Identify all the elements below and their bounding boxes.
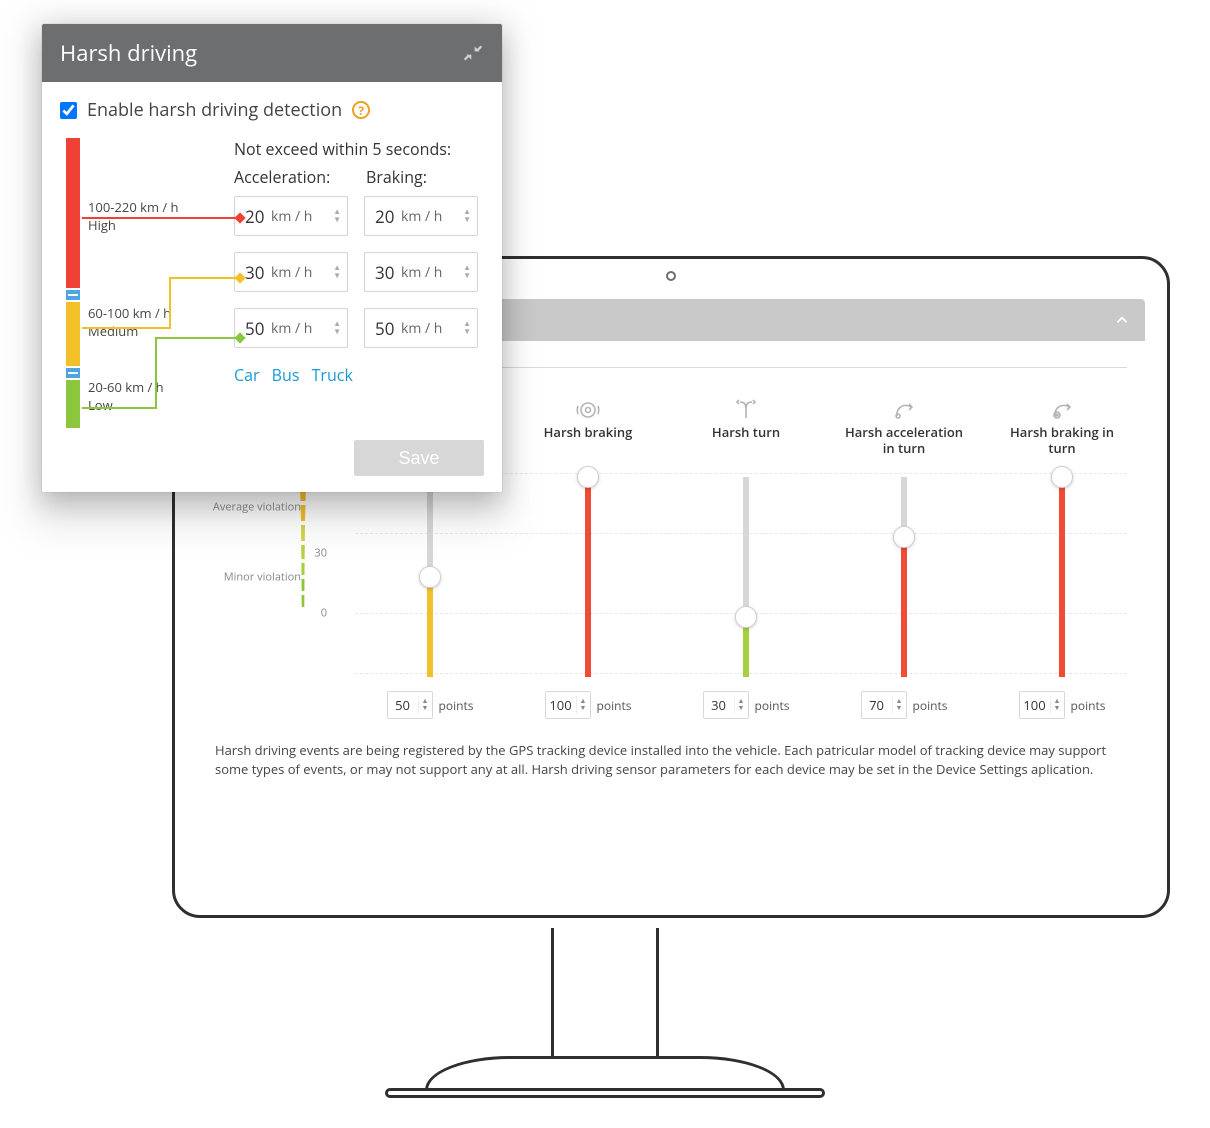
maneuver-column-accel-turn: Harsh acceleration in turn 70 ▲▼ points [839,397,969,719]
collapse-icon[interactable] [462,42,484,64]
preset-bus[interactable]: Bus [272,364,300,386]
dialog-header: Harsh driving [42,24,502,82]
enable-detection-row[interactable]: Enable harsh driving detection ? [60,98,484,122]
slider-knob[interactable] [735,606,757,628]
column-label: Harsh braking in turn [997,425,1127,471]
brake-low-input[interactable]: 50km / h ▲▼ [364,308,478,348]
stepper-arrows[interactable]: ▲▼ [463,320,471,336]
column-label: Harsh turn [712,425,780,471]
stepper-arrows[interactable]: ▲▼ [333,264,341,280]
expand-icon[interactable] [1109,307,1135,333]
description-text: Harsh driving events are being registere… [215,741,1127,779]
monitor-stand-neck [551,918,659,1068]
points-label: points [597,697,632,714]
slider-knob[interactable] [893,526,915,548]
brake-turn-icon [1049,397,1075,423]
maneuver-column-turn: Harsh turn 30 ▲▼ points [681,397,811,719]
slider-knob[interactable] [1051,466,1073,488]
slider-track[interactable] [743,477,749,677]
vehicle-presets: Car Bus Truck [234,364,484,386]
tick-0: 0 [321,606,327,621]
accel-low-input[interactable]: 50km / h ▲▼ [234,308,348,348]
slider-track[interactable] [901,477,907,677]
range-medium: 60-100 km / h Medium [88,304,171,340]
brake-high-input[interactable]: 20km / h ▲▼ [364,196,478,236]
help-icon[interactable]: ? [352,101,370,119]
braking-icon [575,397,601,423]
points-spinner[interactable]: 50 ▲▼ [387,691,433,719]
accel-medium-input[interactable]: 30km / h ▲▼ [234,252,348,292]
speed-scale: 100-220 km / h High 60-100 km / h Medium… [60,138,220,428]
points-label: points [1071,697,1106,714]
accel-turn-icon [891,397,917,423]
save-button[interactable]: Save [354,440,484,476]
range-low: 20-60 km / h Low [88,378,164,414]
points-spinner[interactable]: 100 ▲▼ [1019,691,1065,719]
turn-icon [733,397,759,423]
camera-dot [666,271,676,281]
slider-knob[interactable] [577,466,599,488]
limits-block: 100-220 km / h High 60-100 km / h Medium… [60,138,484,428]
legend-minor: Minor violation [224,570,301,585]
dialog-body: Enable harsh driving detection ? 100-220… [42,82,502,440]
col-accel-header: Acceleration: [234,166,348,188]
range-high: 100-220 km / h High [88,198,179,234]
stepper-arrows[interactable]: ▲▼ [463,208,471,224]
points-label: points [755,697,790,714]
enable-detection-checkbox[interactable] [60,102,77,119]
segment-collapse-icon[interactable] [63,366,83,380]
accel-high-input[interactable]: 20km / h ▲▼ [234,196,348,236]
preset-car[interactable]: Car [234,364,260,386]
col-brake-header: Braking: [366,166,427,188]
slider-track[interactable] [585,477,591,677]
dialog-footer: Save [42,440,502,492]
harsh-driving-dialog: Harsh driving Enable harsh driving detec… [42,24,502,492]
slider-knob[interactable] [419,566,441,588]
brake-medium-input[interactable]: 30km / h ▲▼ [364,252,478,292]
limits-columns: Not exceed within 5 seconds: Acceleratio… [234,138,484,428]
points-spinner[interactable]: 70 ▲▼ [861,691,907,719]
limits-caption: Not exceed within 5 seconds: [234,138,484,160]
stepper-arrows[interactable]: ▲▼ [333,320,341,336]
stepper-arrows[interactable]: ▲▼ [333,208,341,224]
spinner-arrows[interactable]: ▲▼ [892,696,906,714]
points-label: points [913,697,948,714]
stepper-arrows[interactable]: ▲▼ [463,264,471,280]
segment-collapse-icon[interactable] [63,288,83,302]
preset-truck[interactable]: Truck [312,364,353,386]
points-spinner[interactable]: 100 ▲▼ [545,691,591,719]
spinner-arrows[interactable]: ▲▼ [1050,696,1064,714]
limit-row-low: 50km / h ▲▼ 50km / h ▲▼ [234,308,484,348]
points-label: points [439,697,474,714]
maneuver-column-brake-turn: Harsh braking in turn 100 ▲▼ points [997,397,1127,719]
monitor-stand-base [425,1056,785,1090]
column-label: Harsh acceleration in turn [839,425,969,471]
maneuver-column-braking: Harsh braking 100 ▲▼ points [523,397,653,719]
dialog-title: Harsh driving [60,38,197,68]
scale-track [66,138,80,428]
points-spinner[interactable]: 30 ▲▼ [703,691,749,719]
monitor-stand-plate [385,1088,825,1098]
enable-detection-label: Enable harsh driving detection [87,98,342,122]
limit-row-medium: 30km / h ▲▼ 30km / h ▲▼ [234,252,484,292]
limit-row-high: 20km / h ▲▼ 20km / h ▲▼ [234,196,484,236]
spinner-arrows[interactable]: ▲▼ [734,696,748,714]
column-label: Harsh braking [544,425,633,471]
spinner-arrows[interactable]: ▲▼ [418,696,432,714]
spinner-arrows[interactable]: ▲▼ [576,696,590,714]
slider-track[interactable] [1059,477,1065,677]
